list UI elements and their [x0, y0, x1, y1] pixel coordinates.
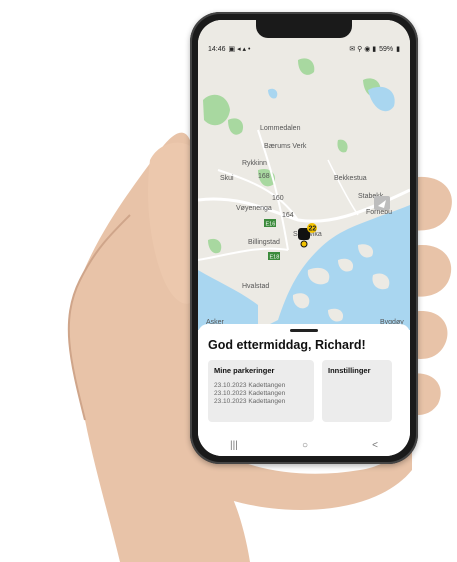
settings-card[interactable]: Innstillinger — [322, 360, 392, 422]
map-label-lommedalen: Lommedalen — [260, 125, 301, 132]
greeting-title: God ettermiddag, Richard! — [208, 338, 366, 352]
home-button[interactable]: ○ — [302, 440, 308, 451]
parking-history-row[interactable]: 23.10.2023 Kadettangen — [214, 390, 308, 398]
parking-history-row[interactable]: 23.10.2023 Kadettangen — [214, 398, 308, 406]
parking-history-row[interactable]: 23.10.2023 Kadettangen — [214, 382, 308, 390]
battery-percent: 59% — [379, 45, 394, 53]
settings-title: Innstillinger — [328, 366, 371, 375]
map-label-fornebu: Fornebu — [366, 209, 392, 216]
road-shield-e16: E16 — [264, 219, 276, 228]
recents-button[interactable]: ||| — [230, 440, 238, 451]
map-label-hvalstad: Hvalstad — [242, 283, 269, 290]
map-label-baerums-verk: Bærums Verk — [264, 143, 307, 150]
road-shield-e18: E18 — [268, 252, 280, 261]
map-view[interactable]: Lommedalen Bærums Verk Rykkinn Skui Vøye… — [198, 20, 410, 330]
phone-screen: Lommedalen Bærums Verk Rykkinn Skui Vøye… — [198, 20, 410, 456]
road-number-160: 160 — [272, 195, 284, 202]
notification-icons: ▣ ◂ ▴ • — [228, 46, 251, 53]
status-time: 14:46 — [208, 45, 226, 53]
android-nav-bar: ||| ○ < — [198, 434, 410, 456]
map-label-skui: Skui — [220, 175, 234, 182]
svg-text:E18: E18 — [270, 255, 280, 261]
road-number-168: 168 — [258, 173, 270, 180]
battery-icon: ▮ — [396, 46, 400, 53]
map-label-rykkinn: Rykkinn — [242, 160, 267, 167]
cluster-count-badge: 22 — [309, 226, 317, 233]
map-label-billingstad: Billingstad — [248, 239, 280, 246]
svg-text:E16: E16 — [266, 222, 276, 228]
back-button[interactable]: < — [372, 440, 378, 451]
map-label-voyenenga: Vøyenenga — [236, 205, 272, 212]
phone-frame: Lommedalen Bærums Verk Rykkinn Skui Vøye… — [190, 12, 418, 464]
my-parkings-title: Mine parkeringer — [214, 366, 275, 375]
camera-notch — [256, 20, 352, 38]
map-label-bekkestua: Bekkestua — [334, 175, 367, 182]
my-parkings-card[interactable]: Mine parkeringer 23.10.2023 Kadettangen … — [208, 360, 314, 422]
locate-button[interactable] — [374, 196, 390, 210]
bottom-sheet[interactable]: God ettermiddag, Richard! Mine parkering… — [198, 324, 410, 456]
status-bar: 14:46 ▣ ◂ ▴ • ✉ ⚲ ◉ ▮ 59% ▮ — [198, 42, 410, 56]
map-canvas[interactable]: Lommedalen Bærums Verk Rykkinn Skui Vøye… — [198, 20, 410, 330]
road-number-164: 164 — [282, 212, 294, 219]
system-icons: ✉ ⚲ ◉ ▮ — [349, 46, 377, 53]
sheet-grab-handle[interactable] — [290, 329, 318, 332]
